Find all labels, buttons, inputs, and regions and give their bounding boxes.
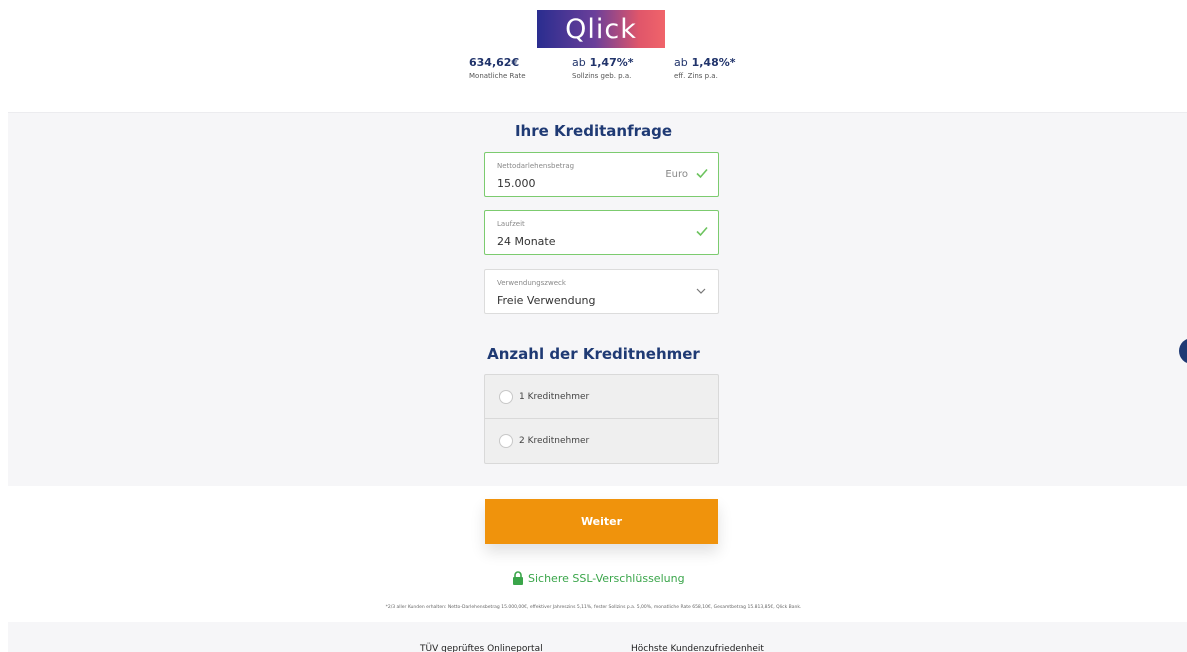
stat-value: 634,62€ [469, 56, 520, 69]
loan-amount-field[interactable]: Nettodarlehensbetrag 15.000 Euro [484, 152, 719, 197]
radio-button[interactable] [499, 434, 513, 448]
form-title: Ihre Kreditanfrage [514, 122, 673, 140]
radio-button[interactable] [499, 389, 513, 404]
chevron-down-icon[interactable] [695, 285, 707, 297]
stat-value: 1,48%* [691, 56, 736, 69]
borrower-option-2[interactable]: 2 Kreditnehmer [485, 419, 718, 463]
ssl-label: Sichere SSL-Verschlüsselung [528, 571, 685, 585]
borrowers-title: Anzahl der Kreditnehmer [487, 345, 700, 363]
field-unit: Euro [665, 169, 688, 180]
stat-prefix: ab [572, 56, 586, 69]
borrower-radio-group: 1 Kreditnehmer 2 Kreditnehmer [484, 374, 719, 464]
borrower-option-1[interactable]: 1 Kreditnehmer [485, 375, 718, 419]
continue-button[interactable]: Weiter [485, 499, 718, 544]
purpose-select[interactable]: Verwendungszweck Freie Verwendung [484, 269, 719, 314]
radio-label: 1 Kreditnehmer [519, 391, 590, 402]
check-icon [696, 168, 708, 179]
field-value[interactable]: 24 Monate [497, 235, 556, 248]
ssl-notice: Sichere SSL-Verschlüsselung [512, 571, 685, 585]
stat-nominal-rate: ab 1,47%* Sollzins geb. p.a. [572, 56, 634, 80]
field-label: Laufzeit [497, 220, 525, 228]
check-icon [696, 226, 708, 237]
stat-label: eff. Zins p.a. [674, 72, 718, 80]
field-value[interactable]: 15.000 [497, 177, 536, 190]
field-label: Verwendungszweck [497, 279, 566, 287]
stat-value: 1,47%* [589, 56, 634, 69]
stat-monthly-rate: 634,62€ Monatliche Rate [469, 56, 526, 80]
field-label: Nettodarlehensbetrag [497, 162, 575, 170]
radio-label: 2 Kreditnehmer [519, 436, 590, 446]
page: Qlick 634,62€ Monatliche Rate ab 1,47%* … [0, 0, 1187, 652]
stat-label: Monatliche Rate [469, 72, 526, 80]
footer-item-satisfaction: Höchste Kundenzufriedenheit [631, 644, 764, 652]
header: Qlick 634,62€ Monatliche Rate ab 1,47%* … [0, 0, 1187, 112]
qlick-logo[interactable]: Qlick [537, 10, 665, 48]
lock-icon [513, 571, 523, 585]
footer [8, 622, 1187, 652]
stat-label: Sollzins geb. p.a. [572, 72, 632, 80]
logo-text: Qlick [565, 13, 637, 45]
field-value[interactable]: Freie Verwendung [497, 294, 596, 307]
term-field[interactable]: Laufzeit 24 Monate [484, 210, 719, 255]
stat-effective-rate: ab 1,48%* eff. Zins p.a. [674, 56, 736, 80]
footer-item-tuev: TÜV geprüftes Onlineportal [420, 644, 543, 652]
disclaimer: *2/3 aller Kunden erhalten: Netto-Darleh… [385, 605, 802, 610]
stat-prefix: ab [674, 56, 688, 69]
